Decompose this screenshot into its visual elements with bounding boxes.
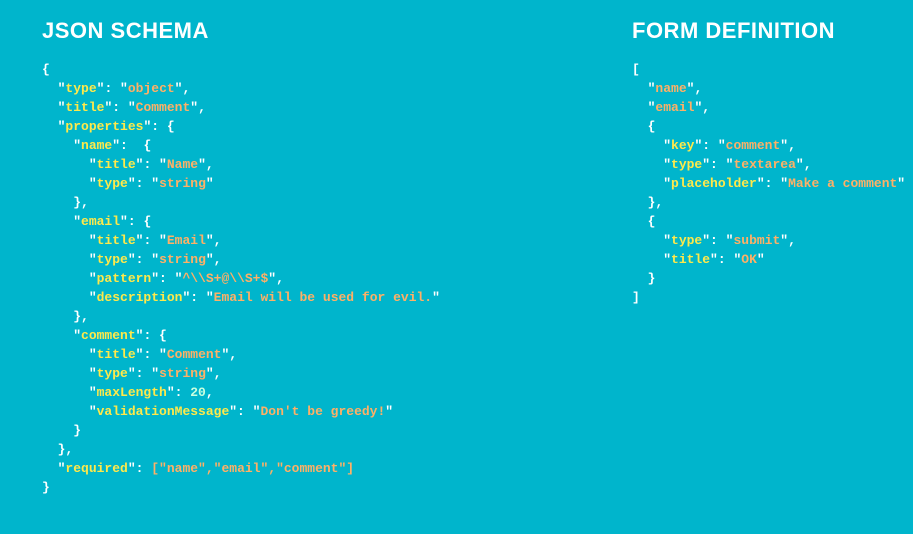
val-string: string	[159, 176, 206, 191]
val-submit: submit	[733, 233, 780, 248]
val-comment: comment	[726, 138, 781, 153]
key-title: title	[65, 100, 104, 115]
val-comment: Comment	[136, 100, 191, 115]
form-definition-heading: FORM DEFINITION	[632, 18, 905, 44]
val-twenty: 20	[190, 385, 206, 400]
key-name: name	[81, 138, 112, 153]
bracket: ]	[632, 290, 640, 305]
key-type: type	[671, 233, 702, 248]
key-maxlength: maxLength	[97, 385, 167, 400]
brace: {	[42, 62, 50, 77]
bracket: [	[632, 62, 640, 77]
key-title: title	[97, 233, 136, 248]
key-key: key	[671, 138, 694, 153]
json-schema-heading: JSON SCHEMA	[42, 18, 632, 44]
val-required: ["name","email","comment"]	[151, 461, 354, 476]
form-definition-code: [ "name", "email", { "key": "comment", "…	[632, 60, 905, 307]
val-pattern: ^\\S+@\\S+$	[182, 271, 268, 286]
key-properties: properties	[65, 119, 143, 134]
key-type: type	[97, 176, 128, 191]
key-title: title	[671, 252, 710, 267]
val-object: object	[128, 81, 175, 96]
val-string: string	[159, 366, 206, 381]
key-comment: comment	[81, 328, 136, 343]
key-description: description	[97, 290, 183, 305]
val-email: email	[655, 100, 694, 115]
key-type: type	[97, 252, 128, 267]
key-required: required	[65, 461, 127, 476]
val-name: name	[655, 81, 686, 96]
val-name: Name	[167, 157, 198, 172]
form-definition-column: FORM DEFINITION [ "name", "email", { "ke…	[632, 18, 905, 497]
val-ok: OK	[741, 252, 757, 267]
val-email-desc: Email will be used for evil.	[214, 290, 432, 305]
key-validation: validationMessage	[97, 404, 230, 419]
key-pattern: pattern	[97, 271, 152, 286]
key-title: title	[97, 347, 136, 362]
val-comment: Comment	[167, 347, 222, 362]
brace: }	[42, 480, 50, 495]
key-type: type	[97, 366, 128, 381]
key-type: type	[65, 81, 96, 96]
key-placeholder: placeholder	[671, 176, 757, 191]
val-textarea: textarea	[733, 157, 795, 172]
val-string: string	[159, 252, 206, 267]
json-schema-code: { "type": "object", "title": "Comment", …	[42, 60, 632, 497]
key-email: email	[81, 214, 120, 229]
val-email: Email	[167, 233, 206, 248]
key-type: type	[671, 157, 702, 172]
json-schema-column: JSON SCHEMA { "type": "object", "title":…	[42, 18, 632, 497]
val-greedy: Don't be greedy!	[260, 404, 385, 419]
key-title: title	[97, 157, 136, 172]
val-make-comment: Make a comment	[788, 176, 897, 191]
